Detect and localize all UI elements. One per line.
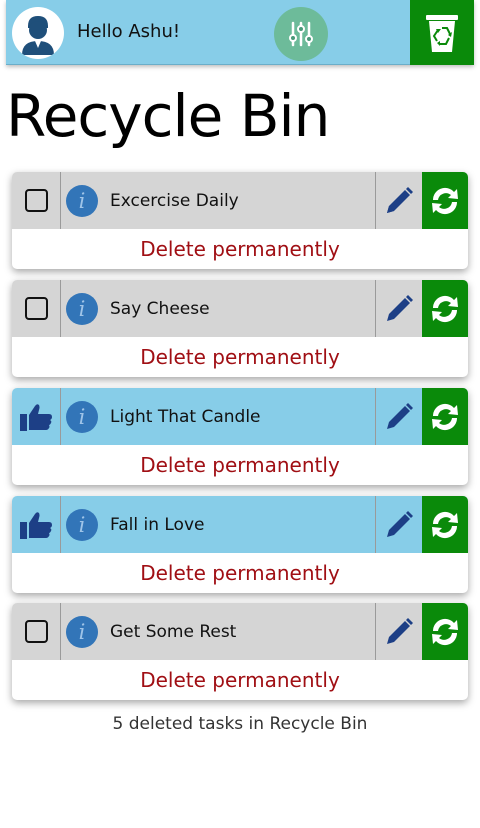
pencil-icon[interactable] [375,388,422,445]
page-title: Recycle Bin [6,82,330,150]
task-row: i Say Cheese [12,280,468,337]
delete-permanently-link[interactable]: Delete permanently [12,660,468,700]
info-icon-glyph: i [66,400,98,433]
task-card: i Light That Candle Delete permanently [12,388,468,485]
delete-permanently-link[interactable]: Delete permanently [12,229,468,269]
task-card: i Excercise Daily Delete permanently [12,172,468,269]
info-icon-glyph: i [66,615,98,648]
info-icon[interactable]: i [61,172,103,229]
info-icon[interactable]: i [61,388,103,445]
task-title: Light That Candle [110,406,261,427]
delete-permanently-link[interactable]: Delete permanently [12,553,468,593]
restore-icon[interactable] [422,603,468,660]
info-icon-glyph: i [66,508,98,541]
task-select[interactable] [12,172,61,229]
restore-icon[interactable] [422,496,468,553]
pencil-icon[interactable] [375,603,422,660]
task-row: i Light That Candle [12,388,468,445]
sliders-icon[interactable] [274,7,328,61]
task-row: i Fall in Love [12,496,468,553]
greeting-text: Hello Ashu! [77,21,181,42]
user-avatar-icon[interactable] [12,7,64,59]
task-card: i Say Cheese Delete permanently [12,280,468,377]
task-card: i Fall in Love Delete permanently [12,496,468,593]
task-select[interactable] [12,280,61,337]
task-row: i Get Some Rest [12,603,468,660]
checkbox[interactable] [24,620,48,643]
task-title: Say Cheese [110,298,210,319]
info-icon[interactable]: i [61,603,103,660]
task-row: i Excercise Daily [12,172,468,229]
delete-permanently-link[interactable]: Delete permanently [12,337,468,377]
pencil-icon[interactable] [375,496,422,553]
task-card: i Get Some Rest Delete permanently [12,603,468,700]
thumbs-up-icon[interactable] [12,388,61,445]
task-title: Fall in Love [110,514,205,535]
info-icon[interactable]: i [61,280,103,337]
info-icon[interactable]: i [61,496,103,553]
pencil-icon[interactable] [375,280,422,337]
delete-permanently-link[interactable]: Delete permanently [12,445,468,485]
info-icon-glyph: i [66,292,98,325]
deleted-count-text: 5 deleted tasks in Recycle Bin [112,714,368,734]
restore-icon[interactable] [422,172,468,229]
pencil-icon[interactable] [375,172,422,229]
checkbox[interactable] [24,297,48,320]
recycle-bin-icon[interactable] [410,0,474,65]
checkbox[interactable] [24,189,48,212]
app-header: Hello Ashu! [6,0,474,65]
info-icon-glyph: i [66,184,98,217]
restore-icon[interactable] [422,388,468,445]
task-title: Excercise Daily [110,190,239,211]
task-title: Get Some Rest [110,621,237,642]
restore-icon[interactable] [422,280,468,337]
thumbs-up-icon[interactable] [12,496,61,553]
task-select[interactable] [12,603,61,660]
